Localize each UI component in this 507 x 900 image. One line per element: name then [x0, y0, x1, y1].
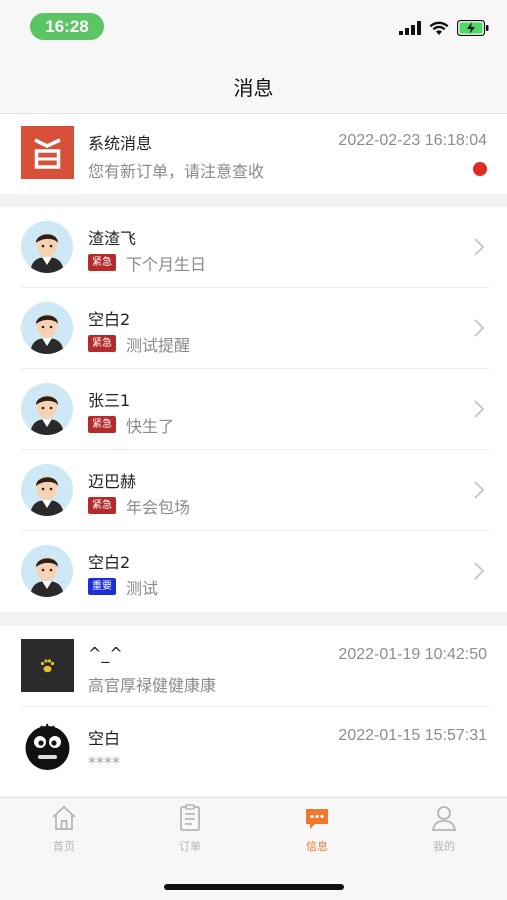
avatar: [21, 720, 74, 773]
chat-preview: 高官厚禄健健康康: [88, 676, 217, 695]
urgent-badge: 紧急: [88, 335, 116, 352]
chat-preview: ****: [88, 753, 120, 772]
chat-time: 2022-01-15 15:57:31: [338, 727, 487, 744]
tab-label: 我的: [433, 840, 455, 853]
list-item[interactable]: 张三1 紧急 快生了: [0, 369, 507, 450]
reminder-list: 渣渣飞 紧急 下个月生日 空白2 紧急 测试提醒 张三1 紧急 快生了 迈巴赫 …: [0, 207, 507, 612]
wifi-icon: [429, 21, 449, 35]
avatar: [21, 302, 73, 354]
system-message-time: 2022-02-23 16:18:04: [338, 132, 487, 149]
person-avatar-icon: [21, 464, 73, 516]
tab-label: 首页: [53, 840, 75, 853]
list-item[interactable]: 空白 **** 2022-01-15 15:57:31: [0, 707, 507, 788]
reminder-name: 迈巴赫: [88, 472, 137, 491]
page-title: 消息: [233, 76, 274, 100]
message-icon: [306, 809, 328, 829]
reminder-note: 测试提醒: [126, 336, 191, 355]
avatar: [21, 383, 73, 435]
list-item[interactable]: ^_^ 高官厚禄健健康康 2022-01-19 10:42:50: [0, 626, 507, 707]
tab-home[interactable]: 首页: [24, 804, 104, 854]
list-item[interactable]: 空白2 重要 测试: [0, 531, 507, 612]
chat-list: ^_^ 高官厚禄健健康康 2022-01-19 10:42:50 空白 ****…: [0, 626, 507, 798]
urgent-badge: 紧急: [88, 416, 116, 433]
black-ball-avatar-icon: [21, 720, 74, 773]
reminder-name: 张三1: [88, 391, 131, 410]
reminder-note: 快生了: [126, 417, 175, 436]
reminder-name: 空白2: [88, 310, 131, 329]
chevron-right-icon: [474, 238, 485, 256]
status-time: 16:28: [30, 13, 104, 40]
tab-profile[interactable]: 我的: [404, 804, 484, 854]
home-icon: [52, 805, 76, 830]
status-bar: 16:28: [0, 0, 507, 56]
chat-name: 空白: [88, 729, 121, 748]
system-message-row[interactable]: 系统消息 您有新订单，请注意查收 2022-02-23 16:18:04: [0, 114, 507, 194]
reminder-name: 空白2: [88, 553, 131, 572]
chat-time: 2022-01-19 10:42:50: [338, 646, 487, 663]
tab-label: 订单: [179, 840, 201, 853]
person-avatar-icon: [21, 545, 73, 597]
order-icon: [180, 804, 200, 831]
system-logo-icon: [21, 126, 74, 179]
chevron-right-icon: [474, 319, 485, 337]
unread-dot: [473, 162, 487, 176]
list-item[interactable]: 迈巴赫 紧急 年会包场: [0, 450, 507, 531]
person-avatar-icon: [21, 302, 73, 354]
battery-icon: [457, 20, 489, 36]
system-message-title: 系统消息: [88, 134, 153, 153]
avatar: [21, 221, 73, 273]
chat-name: ^_^: [88, 644, 123, 663]
signal-icon: [399, 21, 421, 35]
tab-messages[interactable]: 信息: [277, 804, 357, 854]
tab-label: 信息: [306, 840, 328, 853]
chevron-right-icon: [474, 562, 485, 580]
reminder-name: 渣渣飞: [88, 229, 137, 248]
nav-bar: 消息: [0, 56, 507, 114]
avatar: [21, 639, 74, 692]
important-badge: 重要: [88, 578, 116, 595]
avatar: [21, 464, 73, 516]
tab-orders[interactable]: 订单: [150, 804, 230, 854]
avatar: [21, 545, 73, 597]
reminder-note: 测试: [126, 579, 159, 598]
status-icons: [399, 18, 489, 38]
profile-icon: [431, 806, 457, 831]
person-avatar-icon: [21, 383, 73, 435]
paw-icon: [21, 639, 74, 692]
urgent-badge: 紧急: [88, 497, 116, 514]
person-avatar-icon: [21, 221, 73, 273]
chevron-right-icon: [474, 400, 485, 418]
reminder-note: 下个月生日: [126, 255, 207, 274]
list-item[interactable]: 空白2 紧急 测试提醒: [0, 288, 507, 369]
chevron-right-icon: [474, 481, 485, 499]
urgent-badge: 紧急: [88, 254, 116, 271]
system-message-logo: [21, 126, 74, 179]
reminder-note: 年会包场: [126, 498, 191, 517]
system-message-subtitle: 您有新订单，请注意查收: [88, 162, 265, 181]
home-indicator[interactable]: [164, 884, 344, 890]
list-item[interactable]: 渣渣飞 紧急 下个月生日: [0, 207, 507, 288]
